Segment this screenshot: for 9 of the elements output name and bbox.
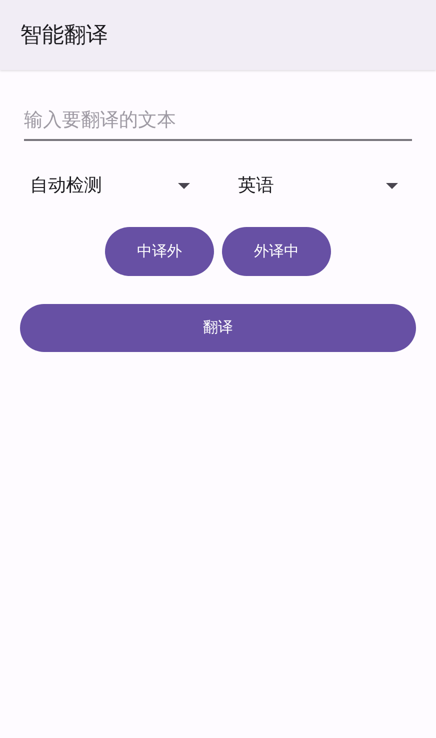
direction-button[interactable]: 中译外 [105, 226, 214, 276]
translate-button[interactable]: 翻译 [20, 304, 416, 352]
dropdown-caret-icon [386, 182, 398, 188]
text-input-field[interactable]: 输入要翻译的文本 [24, 100, 412, 140]
app-title: 智能翻译 [20, 22, 108, 50]
language-dropdown[interactable]: 英语 [228, 160, 416, 210]
language-dropdown[interactable]: 自动检测 [20, 160, 208, 210]
direction-button[interactable]: 外译中 [222, 226, 331, 276]
dropdown-caret-icon [178, 182, 190, 188]
